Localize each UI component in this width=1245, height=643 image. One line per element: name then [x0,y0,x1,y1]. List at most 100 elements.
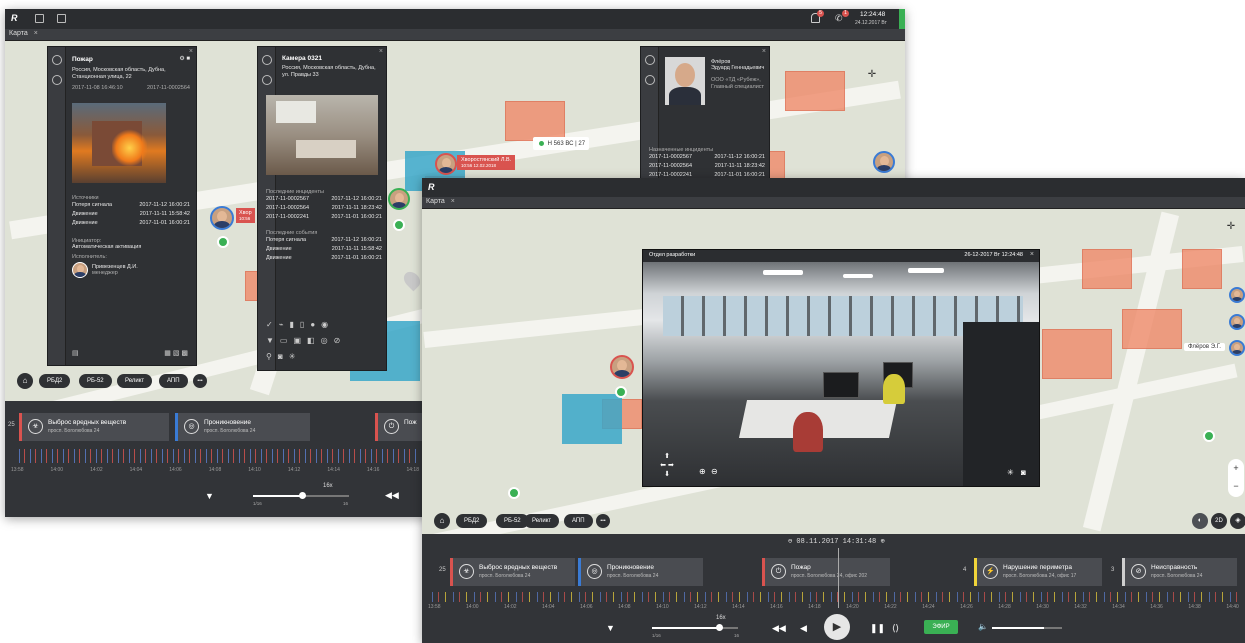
play-button[interactable]: ▶ [824,614,850,640]
home-button[interactable]: ⌂ [434,513,450,529]
tab-close-icon[interactable]: × [451,198,455,205]
event-row[interactable]: Потеря сигнала 2017-11-12 16:00:21 [266,236,382,245]
video-feed[interactable]: ⬆ ⬅ ➡ ⬇ ⊕ ⊖ ✳ ◙ [643,262,1039,486]
person-pin[interactable] [1229,314,1245,330]
layers-button[interactable]: ◈ [1230,513,1245,529]
camera-preview[interactable] [266,95,378,175]
close-icon[interactable]: × [762,48,766,55]
close-icon[interactable]: × [379,48,383,55]
card-footer-icons[interactable]: ▤ ▦ ▧ ▩ [72,349,188,357]
speed-slider[interactable] [253,492,349,499]
location-pin-icon[interactable] [400,268,424,292]
video-close-icon[interactable]: × [1030,251,1034,258]
person-pin[interactable] [610,355,634,379]
info-icon[interactable] [645,75,655,85]
more-button[interactable]: ••• [596,514,610,528]
snapshot-icon[interactable]: ◙ [1021,468,1026,477]
zoom-in-icon[interactable]: ⊕ [699,467,706,476]
source-row[interactable]: Движение 2017-11-11 15:58:42 [72,210,190,219]
person-pin[interactable] [210,206,234,230]
event-row[interactable]: Движение 2017-11-01 16:00:21 [266,254,382,263]
person-tag[interactable]: Хворостянский Л.В. 10:56 12.02.2018 [457,155,516,170]
source-row[interactable]: Потеря сигнала 2017-11-12 16:00:21 [72,201,190,210]
brightness-icon[interactable]: ✳ [1007,468,1014,477]
compass-icon[interactable]: ✛ [1218,221,1244,247]
toolbar-icons[interactable]: ▦ ▧ ▩ [164,349,188,357]
live-button[interactable]: ЭФИР [924,620,958,634]
tab-close-icon[interactable]: × [34,30,38,37]
layer-pill[interactable]: Реликт [117,374,153,388]
camera-pin[interactable] [217,236,229,248]
loop-icon[interactable]: ⟨⟩ [892,623,899,634]
camera-pin[interactable] [508,487,520,499]
layer-pill[interactable]: РБ-52 [79,374,112,388]
timeline-incident-card[interactable]: 25 ☣ Выброс вредных веществ просп. Богол… [439,558,575,586]
compass-icon[interactable]: ✛ [857,69,887,99]
map-zoom-out[interactable]: − [1228,477,1244,495]
document-icon[interactable]: ▤ [72,349,79,357]
person-pin[interactable] [435,153,457,175]
rewind-icon[interactable]: ◀◀ [385,490,399,501]
add-icon[interactable] [35,14,44,23]
rewind-icon[interactable]: ◀◀ [772,623,786,634]
person-name-label[interactable]: Флёров Э.Г. [1184,343,1225,351]
view-2d-button[interactable]: 2D [1211,513,1227,529]
map-canvas[interactable]: ✛ Флёров Э.Г. Отдел разработки 26-12-201… [422,209,1245,534]
timeline-prev-icon[interactable]: ⊖ [788,538,792,546]
layer-pill[interactable]: РБД2 [39,374,71,388]
speed-slider[interactable] [652,624,738,631]
filter-icon[interactable]: ▼ [606,623,615,633]
camera-action-icons[interactable]: ✓⌁▮▯●◉ ▼▭▣◧◎⊘ ⚲◙✳ [266,317,380,365]
timeline-incident-card[interactable]: 3 ⊘ Неисправность просп. Боголюбова 24 [1111,558,1237,586]
person-pin[interactable] [873,151,895,173]
step-back-icon[interactable]: ◀ [800,623,807,634]
layout-icon[interactable] [57,14,66,23]
timeline-incident-card[interactable]: 25 ☣ Выброс вредных веществ просп. Богол… [8,413,169,441]
vehicle-tag[interactable]: Н 563 ВС | 27 [533,137,590,150]
map-zoom-in[interactable]: + [1228,459,1244,477]
tab-map[interactable]: Карта × [9,30,38,37]
globe-button[interactable]: ◐ [1192,513,1208,529]
assigned-row[interactable]: 2017-11-0002567 2017-11-12 16:00:21 [649,153,765,162]
person-pin[interactable] [1229,287,1245,303]
volume-slider[interactable] [992,627,1062,629]
volume-icon[interactable]: 🔈 [978,622,988,631]
card-actions-icon[interactable]: ⚙ ■ [179,55,190,64]
more-button[interactable]: ••• [193,374,207,388]
info-icon[interactable] [52,75,62,85]
layer-pill[interactable]: Реликт [524,514,560,528]
source-row[interactable]: Движение 2017-11-01 16:00:21 [72,219,190,228]
timeline-incident-card[interactable]: ◎ Проникновение просп. Боголюбова 24 [175,413,310,441]
event-row[interactable]: Движение 2017-11-11 15:58:42 [266,245,382,254]
camera-pin[interactable] [393,219,405,231]
zoom-out-icon[interactable]: ⊖ [711,467,718,476]
tab-map[interactable]: Карта × [426,198,455,205]
layer-pill[interactable]: АПП [159,374,188,388]
incident-row[interactable]: 2017-11-0002567 2017-11-12 16:00:21 [266,195,382,204]
person-pin[interactable] [388,188,410,210]
timeline-histogram[interactable] [432,592,1237,602]
layer-pill[interactable]: РБД2 [456,514,488,528]
layer-pill[interactable]: АПП [564,514,593,528]
timeline-incident-card[interactable]: ⏻ Пожар просп. Боголюбова 24, офис 202 [762,558,890,586]
fire-photo[interactable] [72,103,166,183]
ptz-control-icon[interactable]: ⬆ ⬅ ➡ ⬇ [653,452,681,480]
info-icon[interactable] [262,75,272,85]
timeline-next-icon[interactable]: ⊕ [880,538,884,546]
timeline-incident-card[interactable]: 4 ⚡ Нарушение периметра просп. Боголюбов… [963,558,1102,586]
speed-slider-knob[interactable] [716,624,723,631]
speed-slider-knob[interactable] [299,492,306,499]
home-button[interactable]: ⌂ [17,373,33,389]
person-pin[interactable] [1229,340,1245,356]
timeline-incident-card[interactable]: ◎ Проникновение просп. Боголюбова 24 [578,558,703,586]
incident-row[interactable]: 2017-11-0002241 2017-11-01 16:00:21 [266,213,382,222]
camera-pin[interactable] [615,386,627,398]
filter-icon[interactable]: ▼ [205,491,214,501]
person-tag-short[interactable]: Хвор 10:56 [236,208,255,223]
assigned-row[interactable]: 2017-11-0002564 2017-11-11 18:23:42 [649,162,765,171]
close-icon[interactable]: × [189,48,193,55]
incident-row[interactable]: 2017-11-0002564 2017-11-11 18:23:42 [266,204,382,213]
camera-pin[interactable] [1203,430,1215,442]
pause-icon[interactable]: ❚❚ [870,623,885,634]
timeline-histogram[interactable] [19,449,419,463]
